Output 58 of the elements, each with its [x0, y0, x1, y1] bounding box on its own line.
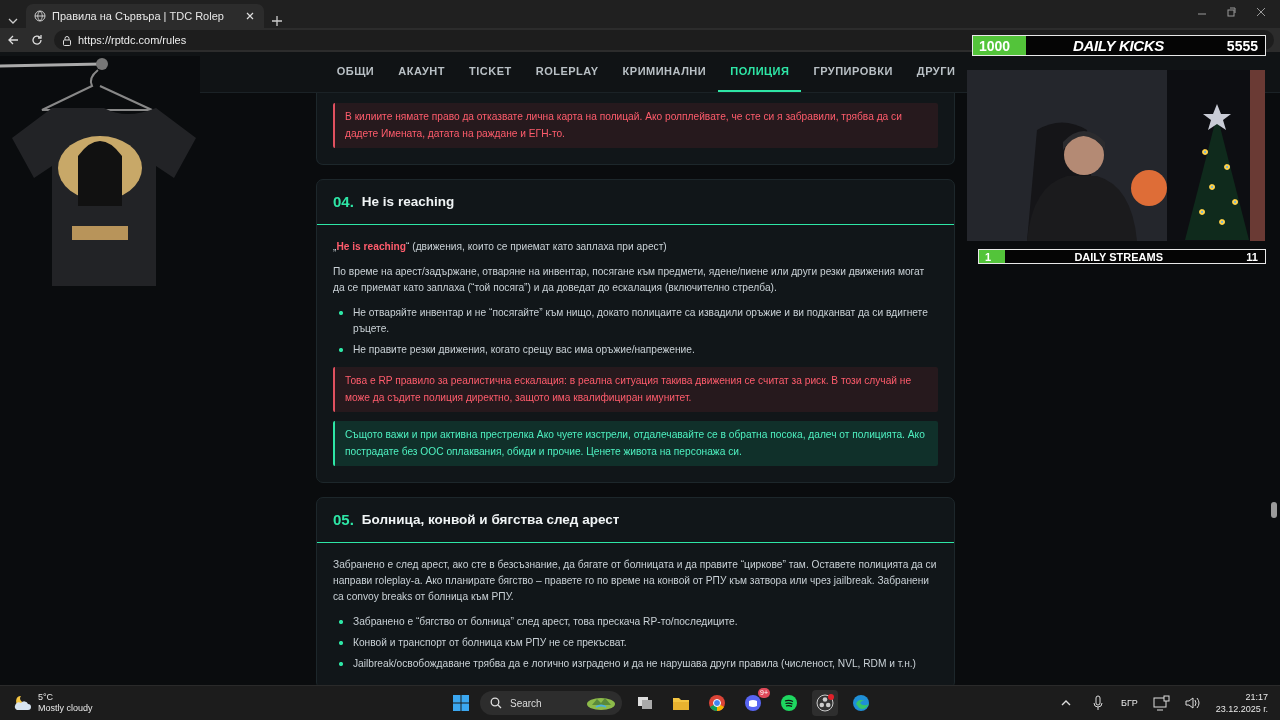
- goal-current: 1: [984, 250, 992, 263]
- bullet-icon: [339, 662, 343, 666]
- keyboard-language[interactable]: БГР: [1120, 698, 1138, 708]
- weather-temperature: 5°C: [38, 692, 55, 703]
- speaker-icon[interactable]: [1183, 694, 1202, 712]
- section-title: He is reaching: [361, 194, 455, 210]
- reload-icon[interactable]: [30, 33, 44, 47]
- bullet-icon: [339, 620, 343, 624]
- nav-tab[interactable]: АКАУНТ: [386, 52, 457, 92]
- warning-note: В килиите нямате право да отказвате лична карта на полицай. Ако ролплейвате, че сте си я забравили, трябва да си дадете Имената, датата на раждане и ЕГН-то.: [333, 103, 938, 148]
- section-number: 05.: [333, 512, 354, 528]
- section-number: 04.: [333, 194, 354, 210]
- bullet-icon: [339, 348, 343, 352]
- nav-tab[interactable]: КРИМИНАЛНИ: [610, 52, 719, 92]
- nav-tab[interactable]: TICKET: [456, 52, 524, 92]
- task-view-icon[interactable]: [636, 694, 654, 712]
- paragraph: „He is reaching“ (движения, които се приемат като заплаха при арест): [333, 240, 668, 254]
- paragraph: Забранено е след арест, ако сте в безсъзнание, да бягате от болницата и да правите “циркове” там. Оставете полицията да си направи roleplay-а. Ако планирате бягство – правете го по време на конвой от РПУ към затвора или чрез jailbreak. Забранени са convoy breaks от болница към РПУ.: [333, 558, 938, 604]
- lock-icon: [62, 34, 72, 46]
- nav-tab[interactable]: ДРУГИ: [904, 52, 968, 92]
- windows-start-icon[interactable]: [452, 694, 470, 712]
- edge-icon[interactable]: [852, 694, 870, 712]
- clock-time: 21:17: [1245, 691, 1268, 703]
- obs-icon[interactable]: [816, 694, 834, 712]
- paragraph: По време на арест/задържане, отваряне на инвентар, посягане към предмети, ядене/пиене или други резки движения могат да се приемат като заплаха (“той посяга”) и да доведат до ескалация (включително стрелба).: [333, 265, 926, 295]
- list-item: Конвой и транспорт от болница към РПУ не се прекъсват.: [353, 636, 627, 650]
- bullet-icon: [339, 311, 343, 315]
- nav-tab[interactable]: ГРУПИРОВКИ: [801, 52, 905, 92]
- tab-title: Правила на Сървъра | TDC Rolep: [52, 10, 225, 22]
- back-icon[interactable]: [6, 33, 20, 47]
- discord-icon[interactable]: [744, 694, 762, 712]
- cloud-moon-icon: [12, 694, 32, 712]
- goal-target: 11: [1246, 250, 1259, 263]
- globe-icon: [34, 10, 46, 22]
- list-item: Не правите резки движения, когато срещу вас има оръжие/напрежение.: [353, 343, 695, 357]
- spotify-icon[interactable]: [780, 694, 798, 712]
- close-icon[interactable]: [1256, 7, 1266, 17]
- browser-tab[interactable]: Правила на Сървъра | TDC Rolep: [26, 4, 264, 28]
- nav-tab[interactable]: ОБЩИ: [324, 52, 387, 92]
- clock-date: 23.12.2025 г.: [1215, 703, 1268, 715]
- info-note: Същото важи и при активна престрелка Ако чуете изстрели, отдалечавайте се в обратна посока, далеч от полицията. Ако пострадате без ООС оплаквания, обиди и прочие. Ценете живота на персонажа си.: [333, 421, 938, 466]
- new-tab-icon[interactable]: [269, 14, 284, 28]
- chrome-icon[interactable]: [708, 694, 726, 712]
- list-item: Не отваряйте инвентар и не “посягайте” към нищо, докато полицаите са извадили оръжие и ви подканват да си вдигнете ръцете.: [353, 306, 929, 336]
- taskbar-search[interactable]: Search: [480, 691, 622, 715]
- weather-condition: Mostly cloudy: [38, 703, 93, 714]
- search-icon: [490, 697, 502, 709]
- list-item: Jailbreak/освобождаване трябва да е логично изградено и да не нарушава други правила (численост, NVL, RDM и т.н.): [353, 657, 916, 671]
- restore-icon[interactable]: [1226, 7, 1236, 17]
- section-title: Болница, конвой и бягства след арест: [361, 512, 620, 528]
- bullet-icon: [339, 641, 343, 645]
- warning-note: Това е RP правило за реалистична ескалация: в реална ситуация такива движения се считат за риск. В този случай не може да съдите полиция директно, защото има квалифициран имунитет.: [333, 367, 938, 412]
- scrollbar-thumb[interactable]: [1271, 502, 1277, 518]
- goal-title: DAILY STREAMS: [1073, 250, 1165, 263]
- network-icon[interactable]: [1151, 694, 1170, 712]
- nav-tab[interactable]: ROLEPLAY: [523, 52, 611, 92]
- landscape-icon: [586, 695, 616, 711]
- list-item: Забранено е “бягство от болница” след арест, това прескача RP-то/последиците.: [353, 615, 738, 629]
